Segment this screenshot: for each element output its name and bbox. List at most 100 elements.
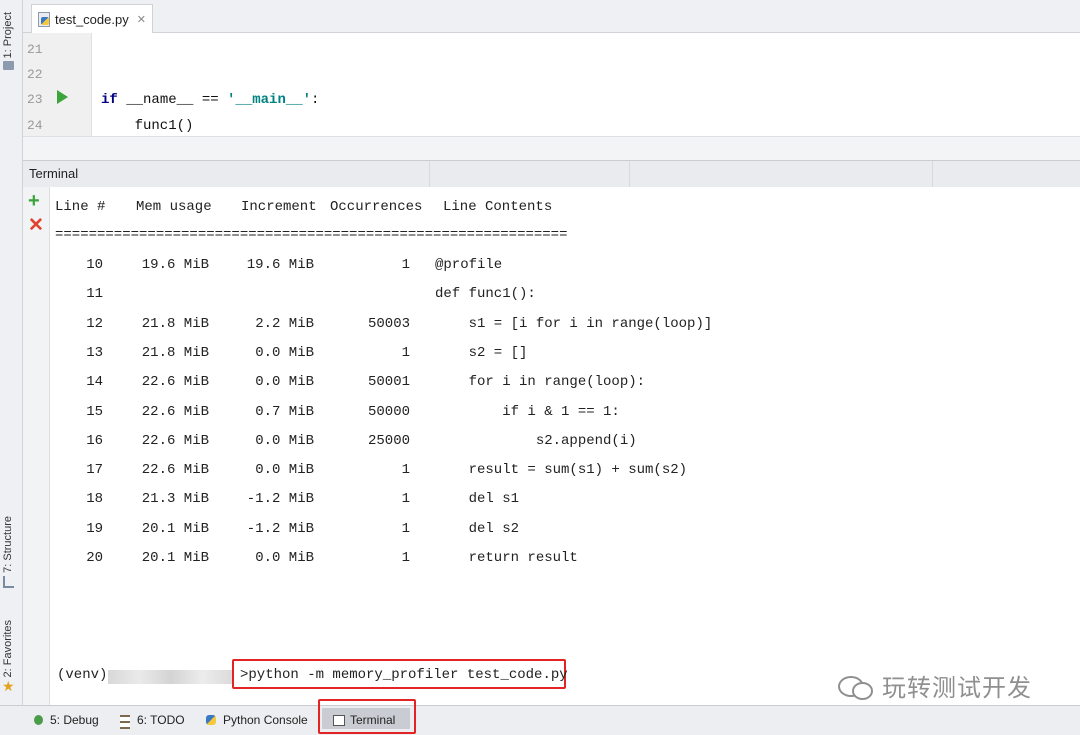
row-line-number: 20 <box>86 550 103 566</box>
header-separator-line: ========================================… <box>55 227 568 243</box>
folder-icon <box>2 61 14 71</box>
favorites-tool-tab[interactable]: 2: Favorites ★ <box>2 620 15 693</box>
row-occurrences: 1 <box>401 521 410 537</box>
row-line-number: 10 <box>86 257 103 273</box>
close-icon[interactable]: ✕ <box>137 13 146 26</box>
terminal-output[interactable]: Line # Mem usage Increment Occurrences L… <box>50 187 1080 705</box>
line-number: 21 <box>27 42 43 57</box>
row-line-contents: s1 = [i for i in range(loop)] <box>435 316 713 332</box>
row-increment: 2.2 MiB <box>255 316 314 332</box>
row-line-number: 17 <box>86 462 103 478</box>
terminal-header: Terminal <box>23 160 1080 188</box>
editor-gutter: 21 22 23 24 <box>23 33 92 136</box>
venv-prompt: (venv) <box>57 667 108 683</box>
row-line-contents: def func1(): <box>435 286 536 302</box>
project-tool-label: 1: Project <box>2 12 14 59</box>
structure-icon <box>2 575 14 588</box>
row-increment: 0.0 MiB <box>255 433 314 449</box>
close-session-icon[interactable]: ✕ <box>28 216 44 235</box>
terminal-title: Terminal <box>29 166 79 181</box>
row-increment: 0.0 MiB <box>255 550 314 566</box>
python-console-tab-label: Python Console <box>223 713 308 727</box>
row-line-number: 11 <box>86 286 103 302</box>
row-line-contents: @profile <box>435 257 503 273</box>
row-increment: 0.7 MiB <box>255 404 314 420</box>
row-line-number: 15 <box>86 404 103 420</box>
header-separator <box>629 161 630 187</box>
row-mem-usage: 19.6 MiB <box>141 257 209 273</box>
row-mem-usage: 20.1 MiB <box>141 550 209 566</box>
row-occurrences: 1 <box>401 257 410 273</box>
row-mem-usage: 20.1 MiB <box>141 521 209 537</box>
todo-tab-label: 6: TODO <box>137 713 185 727</box>
row-line-contents: del s1 <box>435 491 520 507</box>
todo-list-icon <box>119 714 132 729</box>
header-line-contents: Line Contents <box>443 199 553 215</box>
favorites-tool-label: 2: Favorites <box>2 620 15 678</box>
row-increment: -1.2 MiB <box>246 521 314 537</box>
editor-tab-bar: test_code.py ✕ <box>23 0 1080 33</box>
wechat-icon <box>838 674 873 700</box>
row-line-number: 18 <box>86 491 103 507</box>
code-editor[interactable]: 21 22 23 24 if __name__ == '__main__': f… <box>23 33 1080 136</box>
row-line-contents: for i in range(loop): <box>435 374 646 390</box>
star-icon: ★ <box>2 678 15 695</box>
row-line-contents: return result <box>435 550 578 566</box>
header-increment: Increment <box>241 199 317 215</box>
bug-icon <box>32 714 45 726</box>
row-line-number: 12 <box>86 316 103 332</box>
row-increment: 19.6 MiB <box>246 257 314 273</box>
run-icon[interactable] <box>57 90 68 104</box>
row-line-contents: if i & 1 == 1: <box>435 404 620 420</box>
row-increment: -1.2 MiB <box>246 491 314 507</box>
header-line-num: Line # <box>55 199 106 215</box>
row-mem-usage: 21.3 MiB <box>141 491 209 507</box>
row-occurrences: 50001 <box>367 374 410 390</box>
row-mem-usage: 22.6 MiB <box>141 462 209 478</box>
row-occurrences: 50000 <box>367 404 410 420</box>
panel-divider[interactable] <box>23 136 1080 161</box>
row-mem-usage: 21.8 MiB <box>141 345 209 361</box>
debug-tool-tab[interactable]: 5: Debug <box>32 710 99 730</box>
todo-tool-tab[interactable]: 6: TODO <box>119 710 185 730</box>
row-mem-usage: 22.6 MiB <box>141 433 209 449</box>
header-occurrences: Occurrences <box>330 199 423 215</box>
row-increment: 0.0 MiB <box>255 462 314 478</box>
row-occurrences: 25000 <box>367 433 410 449</box>
terminal-tab-highlight-box <box>318 699 416 734</box>
line-number: 23 <box>27 92 43 107</box>
row-line-number: 16 <box>86 433 103 449</box>
command-text: >python -m memory_profiler test_code.py <box>240 667 568 683</box>
code-line-main-guard: if __name__ == '__main__': <box>101 92 320 108</box>
row-line-number: 13 <box>86 345 103 361</box>
line-number: 24 <box>27 118 43 133</box>
wechat-watermark: 玩转测试开发 <box>838 668 1032 703</box>
project-tool-tab[interactable]: 1: Project <box>2 12 14 71</box>
editor-tab-test-code[interactable]: test_code.py ✕ <box>31 4 153 33</box>
row-occurrences: 1 <box>401 491 410 507</box>
row-line-number: 14 <box>86 374 103 390</box>
row-line-contents: del s2 <box>435 521 520 537</box>
row-line-number: 19 <box>86 521 103 537</box>
row-occurrences: 1 <box>401 462 410 478</box>
row-increment: 0.0 MiB <box>255 345 314 361</box>
python-file-icon <box>38 12 50 27</box>
row-increment: 0.0 MiB <box>255 374 314 390</box>
line-number: 22 <box>27 67 43 82</box>
row-mem-usage: 22.6 MiB <box>141 404 209 420</box>
row-line-contents: s2 = [] <box>435 345 528 361</box>
redacted-path <box>108 670 234 684</box>
row-occurrences: 1 <box>401 345 410 361</box>
header-separator <box>429 161 430 187</box>
python-console-tool-tab[interactable]: Python Console <box>205 710 308 730</box>
code-line-call: func1() <box>101 118 194 134</box>
row-mem-usage: 22.6 MiB <box>141 374 209 390</box>
new-session-plus-icon[interactable]: + <box>28 191 40 211</box>
editor-tab-label: test_code.py <box>55 11 129 27</box>
header-separator <box>932 161 933 187</box>
debug-tab-label: 5: Debug <box>50 713 99 727</box>
row-occurrences: 1 <box>401 550 410 566</box>
row-line-contents: s2.append(i) <box>435 433 637 449</box>
watermark-text: 玩转测试开发 <box>882 674 1032 702</box>
python-icon <box>205 714 218 726</box>
